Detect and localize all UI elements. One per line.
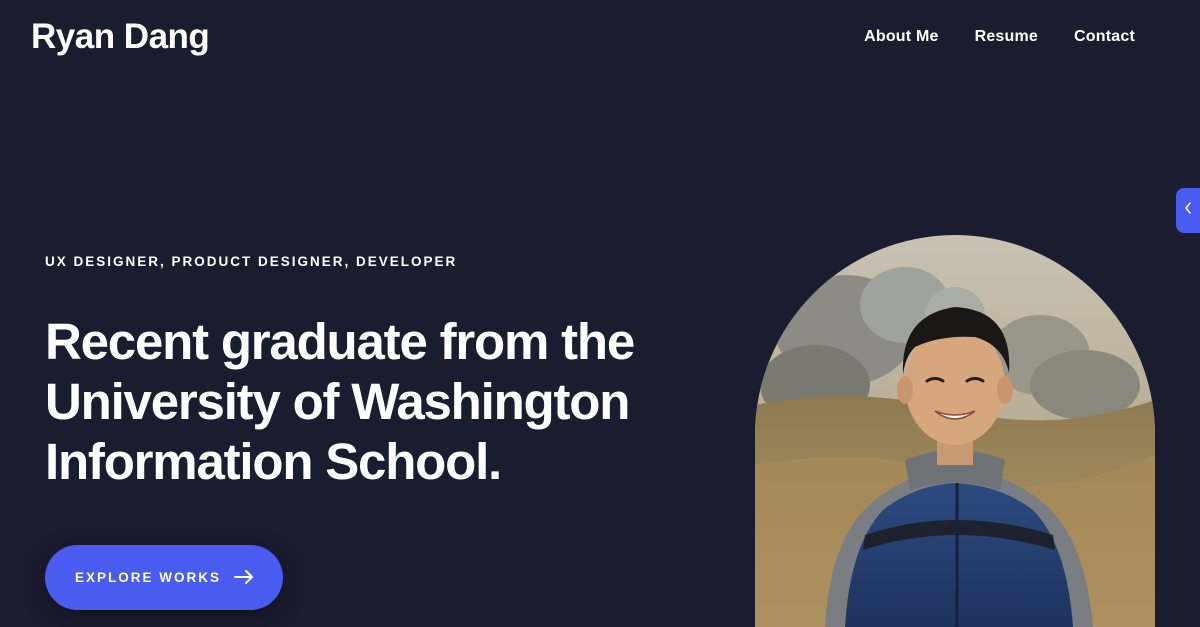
nav-resume[interactable]: Resume [975, 28, 1038, 46]
side-panel-toggle[interactable] [1176, 188, 1200, 233]
hero-eyebrow: UX DESIGNER, PRODUCT DESIGNER, DEVELOPER [45, 254, 458, 269]
brand-logo[interactable]: Ryan Dang [31, 17, 210, 57]
page: Ryan Dang About Me Resume Contact UX DES… [0, 0, 1200, 627]
chevron-left-icon [1183, 201, 1193, 220]
nav-contact[interactable]: Contact [1074, 28, 1135, 46]
explore-works-button[interactable]: EXPLORE WORKS [45, 545, 283, 610]
arrow-right-icon [234, 569, 254, 588]
hero-headline: Recent graduate from the University of W… [45, 313, 635, 490]
site-header: Ryan Dang About Me Resume Contact [0, 0, 1200, 76]
explore-works-label: EXPLORE WORKS [75, 570, 222, 585]
nav-about-me[interactable]: About Me [864, 28, 938, 46]
main-nav: About Me Resume Contact [864, 28, 1135, 46]
profile-photo [755, 235, 1155, 627]
